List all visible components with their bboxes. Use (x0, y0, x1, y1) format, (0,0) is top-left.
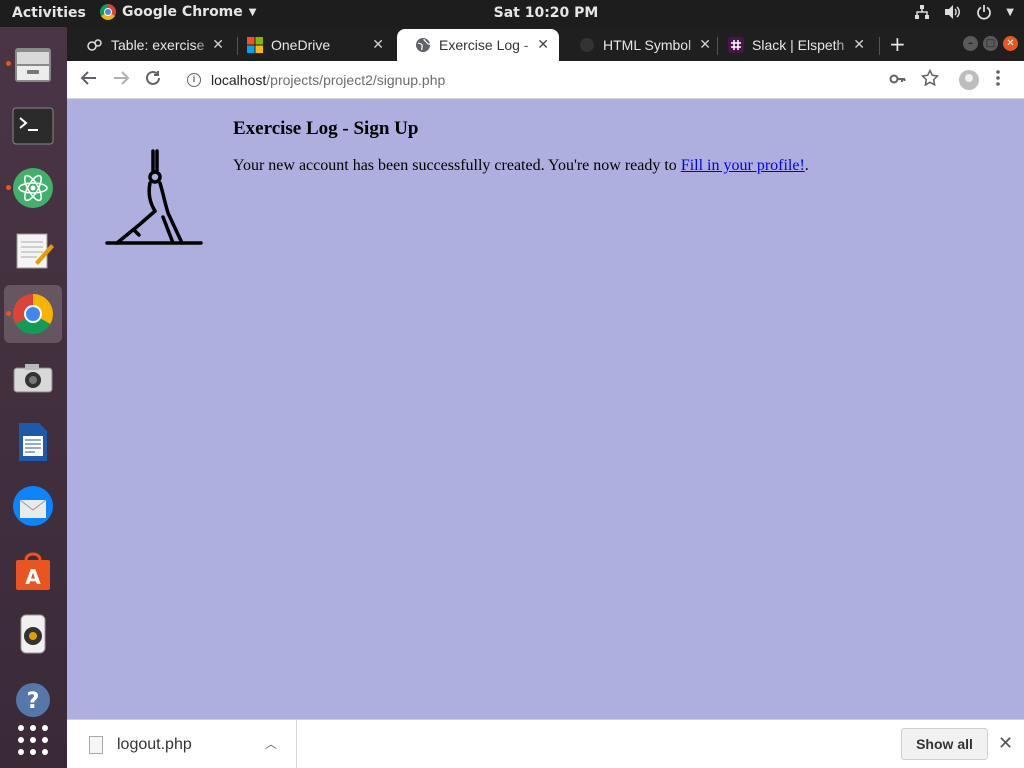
reload-button[interactable] (144, 69, 162, 92)
running-indicator (6, 311, 11, 316)
writer-icon (19, 423, 47, 461)
close-window-button[interactable]: ✕ (1003, 36, 1018, 51)
close-icon[interactable]: ✕ (853, 36, 865, 53)
url-path: /projects/project2/signup.php (266, 72, 446, 88)
page-title: Exercise Log - Sign Up (233, 118, 419, 139)
dock-rhythmbox[interactable] (4, 605, 62, 663)
running-indicator (6, 185, 11, 190)
power-icon (977, 5, 992, 20)
message-end: . (804, 157, 809, 174)
star-icon (920, 68, 940, 87)
dock-files[interactable] (4, 35, 62, 93)
success-message: Your new account has been successfully c… (233, 157, 809, 175)
url-host: localhost (211, 72, 267, 88)
close-icon[interactable]: ✕ (537, 36, 549, 53)
dock-atom[interactable] (4, 159, 62, 217)
dock-camera[interactable] (4, 349, 62, 407)
close-icon[interactable]: ✕ (212, 36, 224, 53)
menu-button[interactable] (995, 69, 1001, 92)
tab-slack[interactable]: Slack | Elspeth ✕ (710, 29, 875, 61)
tab-title: OneDrive (271, 37, 331, 53)
microsoft-icon (247, 37, 263, 53)
dock-terminal[interactable] (4, 97, 62, 155)
clock[interactable]: Sat 10:20 PM (0, 5, 1024, 21)
dock-show-apps[interactable] (4, 711, 62, 768)
reload-icon (146, 70, 160, 85)
system-top-bar: Activities Google Chrome ▼ Sat 10:20 PM … (0, 0, 1024, 27)
dock-software[interactable]: A (4, 541, 62, 599)
arrow-left-icon (80, 71, 96, 85)
dark-site-icon (580, 38, 594, 52)
download-shelf: logout.php ︿ Show all ✕ (67, 719, 1024, 768)
show-all-button[interactable]: Show all (901, 728, 988, 760)
terminal-icon (12, 107, 54, 145)
forward-button[interactable] (112, 69, 130, 92)
svg-text:A: A (25, 565, 41, 589)
tab-title: Exercise Log - (439, 37, 529, 53)
key-icon (889, 74, 906, 84)
close-icon[interactable]: ✕ (372, 36, 384, 53)
tab-title: Slack | Elspeth (752, 37, 845, 53)
tab-onedrive[interactable]: OneDrive ✕ (229, 29, 394, 61)
file-icon (89, 735, 103, 754)
key-button[interactable] (889, 70, 907, 93)
dock-thunderbird[interactable] (4, 477, 62, 535)
camera-icon (13, 364, 53, 393)
tab-phpmyadmin[interactable]: Table: exercise ✕ (69, 29, 234, 61)
phpmyadmin-icon (87, 39, 102, 51)
thunderbird-icon (13, 486, 53, 526)
info-icon[interactable]: i (187, 73, 201, 87)
dock: A ? (0, 27, 67, 768)
bookmark-button[interactable] (920, 68, 940, 92)
files-icon (15, 48, 51, 82)
page-viewport: Exercise Log - Sign Up Your new account … (67, 99, 1024, 719)
back-button[interactable] (80, 69, 98, 92)
dock-chrome[interactable] (4, 285, 62, 343)
browser-toolbar: i localhost/projects/project2/signup.php (67, 61, 1024, 99)
minimize-button[interactable]: – (963, 36, 978, 51)
message-text: Your new account has been successfully c… (233, 157, 681, 174)
slack-icon (728, 37, 744, 53)
tab-exercise-log[interactable]: Exercise Log - ✕ (397, 29, 559, 61)
network-icon (915, 5, 930, 19)
maximize-button[interactable]: □ (983, 36, 998, 51)
dock-writer[interactable] (4, 413, 62, 471)
globe-icon (416, 38, 431, 52)
address-bar[interactable]: i localhost/projects/project2/signup.php (175, 65, 915, 95)
tab-strip: Table: exercise ✕ OneDrive ✕ Exercise Lo… (67, 27, 1024, 61)
text-editor-icon (16, 233, 54, 269)
software-center-icon: A (16, 552, 50, 590)
profile-avatar[interactable] (959, 70, 979, 90)
chevron-down-icon: ▼ (1006, 6, 1014, 18)
volume-icon (945, 5, 961, 19)
download-item[interactable]: logout.php ︿ (67, 720, 297, 768)
kebab-menu-icon (996, 70, 1000, 86)
dock-text-editor[interactable] (4, 221, 62, 279)
tab-html-symbols[interactable]: HTML Symbol ✕ (561, 29, 721, 61)
arrow-right-icon (114, 71, 130, 85)
atom-icon (13, 168, 53, 208)
running-indicator (6, 61, 11, 66)
tab-separator (879, 37, 880, 55)
download-filename: logout.php (117, 735, 192, 753)
new-tab-button[interactable]: + (889, 32, 906, 56)
fill-profile-link[interactable]: Fill in your profile! (681, 157, 805, 174)
close-icon[interactable]: ✕ (998, 733, 1013, 754)
tab-title: HTML Symbol (603, 37, 692, 53)
chevron-up-icon[interactable]: ︿ (265, 735, 277, 752)
app-grid-icon (18, 725, 48, 755)
speaker-icon (20, 614, 46, 654)
tab-title: Table: exercise (111, 37, 205, 53)
chrome-icon (13, 294, 53, 334)
system-tray[interactable]: ▼ (914, 4, 1014, 20)
yoga-pose-icon (105, 149, 203, 245)
